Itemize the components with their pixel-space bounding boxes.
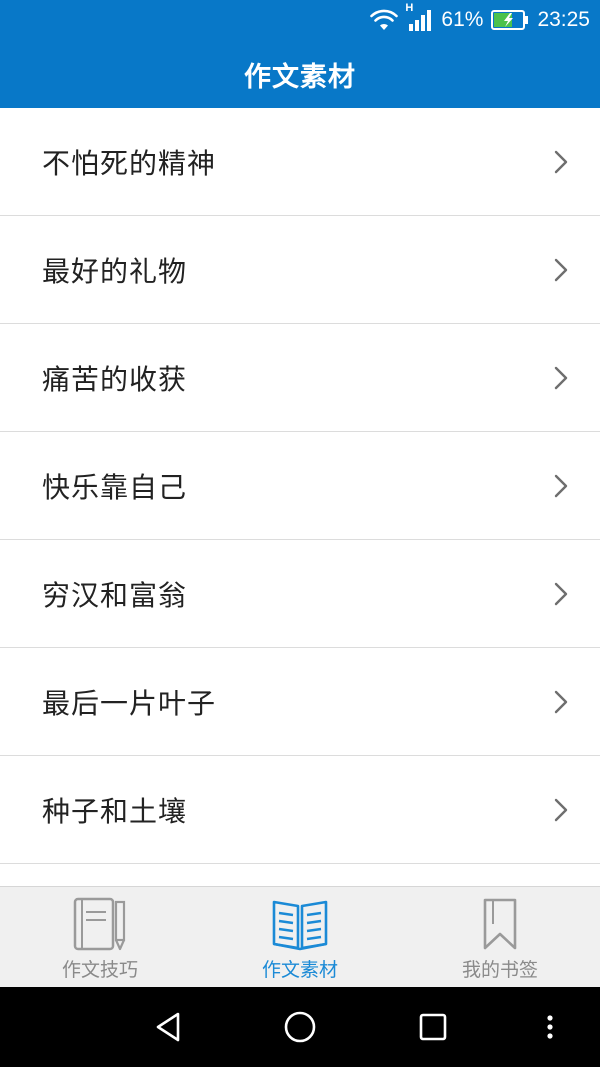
list-item[interactable]: 最好的礼物	[0, 216, 600, 324]
app-header: 作文素材	[0, 40, 600, 108]
list-item[interactable]: 穷汉和富翁	[0, 540, 600, 648]
chevron-right-icon	[554, 798, 568, 821]
battery-percent: 61%	[441, 8, 484, 31]
list-item[interactable]: 快乐靠自己	[0, 432, 600, 540]
chevron-right-icon	[554, 366, 568, 389]
tab-label: 作文技巧	[61, 959, 138, 981]
tab-essay-materials[interactable]: 作文素材	[200, 887, 400, 987]
chevron-right-icon	[554, 474, 568, 497]
page-title: 作文素材	[244, 61, 356, 93]
list-item[interactable]: 痛苦的收获	[0, 324, 600, 432]
tab-label: 作文素材	[261, 959, 338, 981]
home-circle-icon[interactable]	[272, 987, 328, 1067]
chevron-right-icon	[554, 690, 568, 713]
recents-square-icon[interactable]	[405, 987, 461, 1067]
list-item[interactable]: 种子和土壤	[0, 756, 600, 864]
battery-charging-icon	[491, 9, 529, 31]
status-bar: H 61% 23:25	[0, 0, 600, 40]
clock: 23:25	[537, 8, 590, 31]
open-book-icon	[270, 895, 330, 953]
chevron-right-icon	[554, 258, 568, 281]
more-dots-icon[interactable]	[530, 987, 570, 1067]
notebook-pencil-icon	[70, 895, 130, 953]
list-item-label: 种子和土壤	[42, 794, 188, 828]
chevron-right-icon	[554, 582, 568, 605]
tab-my-bookmarks[interactable]: 我的书签	[400, 887, 600, 987]
list-item-label: 最好的礼物	[42, 254, 188, 288]
bookmark-icon	[470, 895, 530, 953]
wifi-icon	[369, 8, 399, 32]
bottom-tab-bar: 作文技巧 作文素材 我的书签	[0, 886, 600, 987]
cellular-signal-icon: H	[405, 2, 433, 32]
list-item-label: 快乐靠自己	[42, 470, 188, 504]
network-type-label: H	[405, 2, 414, 14]
system-navigation-bar	[0, 987, 600, 1067]
list-item-label: 不怕死的精神	[42, 146, 217, 180]
chevron-right-icon	[554, 150, 568, 173]
tab-label: 我的书签	[461, 959, 538, 981]
list-item-label: 穷汉和富翁	[42, 578, 188, 612]
list-item[interactable]: 最后一片叶子	[0, 648, 600, 756]
tab-writing-skills[interactable]: 作文技巧	[0, 887, 200, 987]
list-item[interactable]: 不怕死的精神	[0, 108, 600, 216]
list-item-label: 最后一片叶子	[42, 686, 217, 720]
list-item-label: 痛苦的收获	[42, 362, 188, 396]
back-triangle-icon[interactable]	[140, 987, 196, 1067]
essay-material-list[interactable]: 不怕死的精神 最好的礼物 痛苦的收获 快乐靠自己 穷汉和富翁 最后一片叶子 种子…	[0, 108, 600, 886]
